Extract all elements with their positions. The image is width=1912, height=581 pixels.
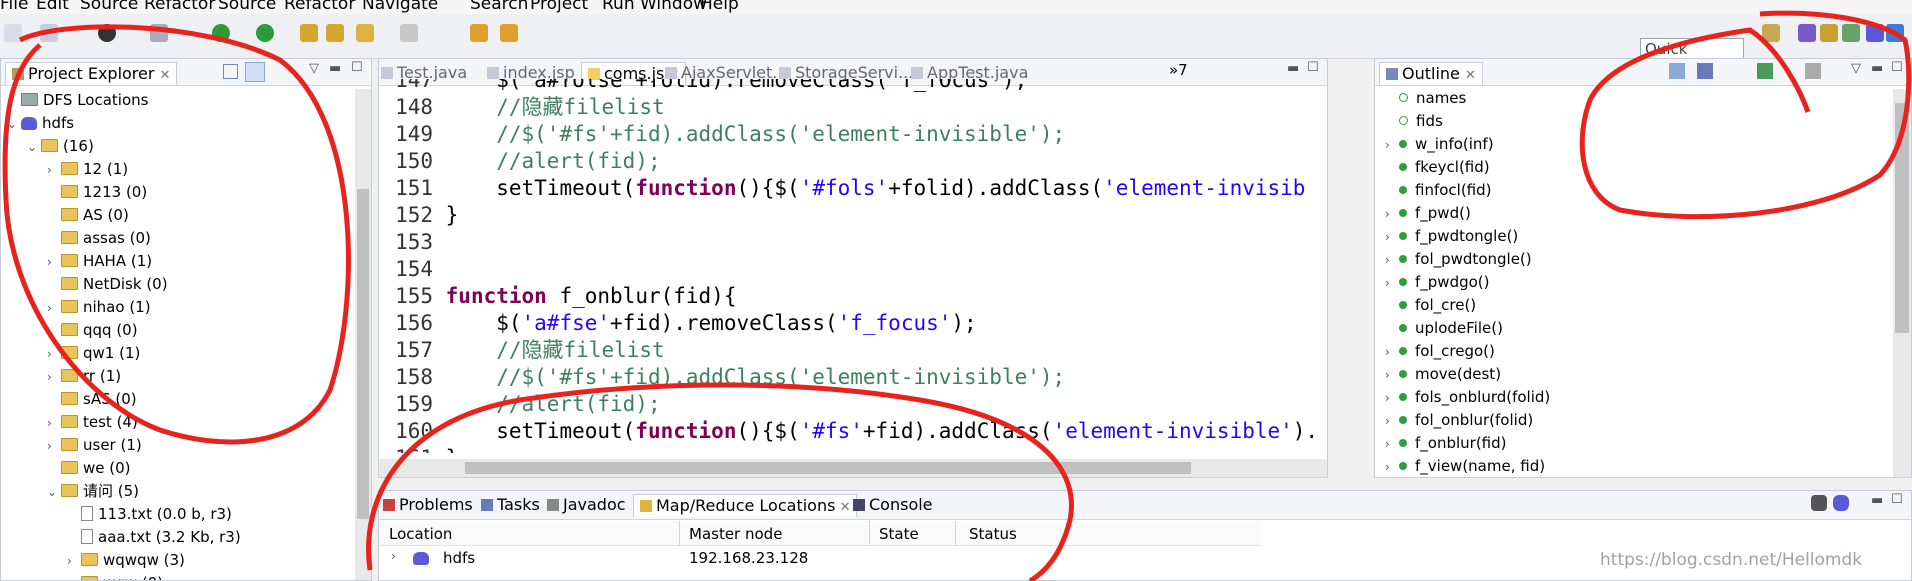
red-circle-perspective <box>1579 10 1912 220</box>
red-circle-bottom <box>366 382 1074 581</box>
red-circle-project-explorer <box>2 24 351 445</box>
watermark: https://blog.csdn.net/Hellomdk <box>1600 550 1863 570</box>
red-annotation-overlay <box>2 10 1912 581</box>
